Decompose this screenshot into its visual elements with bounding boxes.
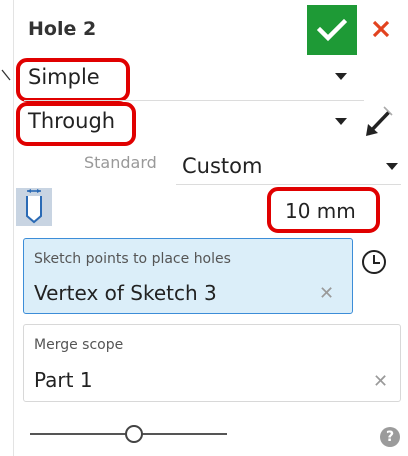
history-button[interactable] xyxy=(361,249,387,275)
termination-dropdown[interactable]: Through xyxy=(16,100,361,146)
dialog-title: Hole 2 xyxy=(28,18,97,40)
help-icon[interactable]: ? xyxy=(380,427,400,447)
divider xyxy=(176,184,401,185)
hole-style-value: Simple xyxy=(28,65,100,89)
chevron-down-icon xyxy=(335,118,347,125)
flip-direction-button[interactable] xyxy=(362,104,396,138)
merge-scope-value: Part 1 xyxy=(34,368,93,392)
termination-value: Through xyxy=(28,109,116,133)
hole-style-dropdown[interactable]: Simple xyxy=(16,56,361,102)
cancel-button[interactable] xyxy=(366,14,396,44)
clock-icon xyxy=(362,250,386,274)
sketch-points-label: Sketch points to place holes xyxy=(34,251,231,267)
chevron-down-icon xyxy=(335,73,347,80)
diameter-field[interactable]: 10 mm xyxy=(267,187,380,233)
merge-scope-label: Merge scope xyxy=(34,337,124,353)
sketch-points-selection[interactable]: Sketch points to place holes Vertex of S… xyxy=(23,238,353,314)
slider-thumb[interactable] xyxy=(125,425,143,443)
confirm-button[interactable] xyxy=(307,5,357,55)
flip-direction-icon xyxy=(366,106,393,136)
clear-selection-icon[interactable]: ✕ xyxy=(373,371,388,392)
edge-tick-mark xyxy=(1,69,11,81)
standard-dropdown[interactable]: Custom xyxy=(174,146,399,184)
close-icon xyxy=(372,20,390,38)
visualization-slider[interactable] xyxy=(30,424,227,444)
merge-scope-selection[interactable]: Merge scope Part 1 ✕ xyxy=(23,324,401,402)
chevron-down-icon xyxy=(386,163,398,170)
hole-diameter-icon xyxy=(16,188,52,226)
standard-label: Standard xyxy=(84,153,157,172)
hole-feature-dialog: Hole 2 Simple Through Standard Custom 10… xyxy=(13,0,408,456)
checkmark-icon xyxy=(317,18,347,42)
diameter-value: 10 mm xyxy=(285,199,356,223)
standard-value: Custom xyxy=(182,154,263,178)
clear-selection-icon[interactable]: ✕ xyxy=(319,283,334,304)
sketch-points-value: Vertex of Sketch 3 xyxy=(34,281,217,305)
